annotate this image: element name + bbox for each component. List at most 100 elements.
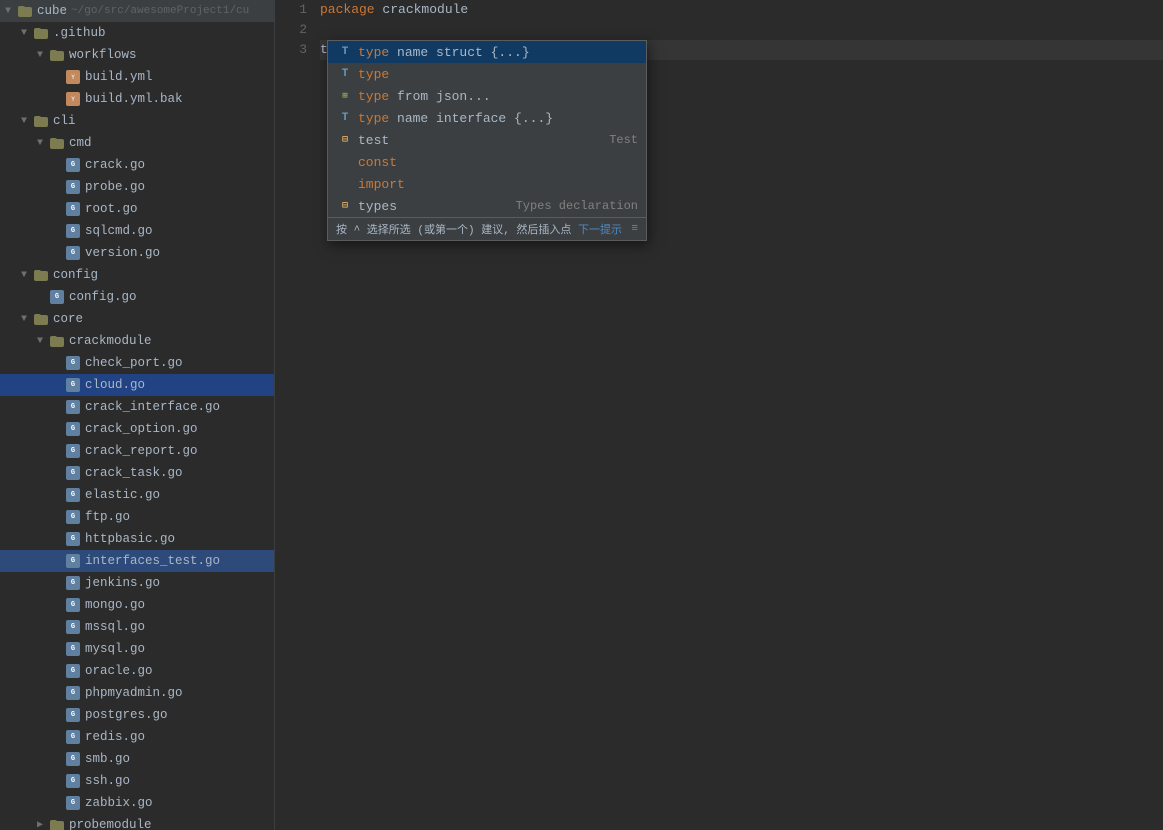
- tree-item-mssql_go[interactable]: Gmssql.go: [0, 616, 274, 638]
- go-file-icon: G: [64, 686, 82, 700]
- ac-icon: ⊞: [336, 91, 354, 101]
- tree-item-build_yml_bak[interactable]: Ybuild.yml.bak: [0, 88, 274, 110]
- tree-item-crack_option_go[interactable]: Gcrack_option.go: [0, 418, 274, 440]
- tree-item-postgres_go[interactable]: Gpostgres.go: [0, 704, 274, 726]
- tree-item-cmd[interactable]: ▼ cmd: [0, 132, 274, 154]
- autocomplete-dropdown[interactable]: Ttype name struct {...}Ttype⊞type from j…: [327, 40, 647, 241]
- tree-item-github[interactable]: ▼.github: [0, 22, 274, 44]
- tree-item-crack_interface_go[interactable]: Gcrack_interface.go: [0, 396, 274, 418]
- ac-text: type: [358, 67, 638, 82]
- tree-item-httpbasic_go[interactable]: Ghttpbasic.go: [0, 528, 274, 550]
- tree-label: cloud.go: [85, 378, 145, 392]
- tree-item-root[interactable]: ▼cube~/go/src/awesomeProject1/cu: [0, 0, 274, 22]
- tree-item-phpmyadmin_go[interactable]: Gphpmyadmin.go: [0, 682, 274, 704]
- tree-arrow: ▼: [32, 138, 48, 149]
- tree-item-zabbix_go[interactable]: Gzabbix.go: [0, 792, 274, 814]
- ac-text-part: from json...: [389, 89, 490, 104]
- tree-item-elastic_go[interactable]: Gelastic.go: [0, 484, 274, 506]
- tree-item-redis_go[interactable]: Gredis.go: [0, 726, 274, 748]
- ac-footer-hint: 按 ^ 选择所选 (或第一个) 建议, 然后插入点: [336, 221, 571, 237]
- tree-path: ~/go/src/awesomeProject1/cu: [71, 5, 249, 17]
- tree-item-crack_report_go[interactable]: Gcrack_report.go: [0, 440, 274, 462]
- tree-item-root_go[interactable]: Groot.go: [0, 198, 274, 220]
- tree-label: phpmyadmin.go: [85, 686, 183, 700]
- folder-icon: [32, 314, 50, 325]
- ac-text: type from json...: [358, 89, 638, 104]
- ac-text-part: const: [358, 155, 397, 170]
- tree-arrow: ▼: [32, 50, 48, 61]
- ac-tail: Test: [609, 133, 638, 147]
- tree-item-workflows[interactable]: ▼workflows: [0, 44, 274, 66]
- tree-label: zabbix.go: [85, 796, 153, 810]
- tree-item-core[interactable]: ▼core: [0, 308, 274, 330]
- tree-item-config[interactable]: ▼config: [0, 264, 274, 286]
- ac-menu-button[interactable]: ≡: [631, 223, 638, 235]
- ac-text-part: type: [358, 45, 389, 60]
- tree-label: cmd: [69, 136, 92, 150]
- tree-label: mysql.go: [85, 642, 145, 656]
- tree-label: mongo.go: [85, 598, 145, 612]
- ac-icon: T: [336, 46, 354, 58]
- tree-item-cloud_go[interactable]: Gcloud.go: [0, 374, 274, 396]
- ac-item-test[interactable]: ⊟testTest: [328, 129, 646, 151]
- go-file-icon: G: [64, 246, 82, 260]
- tree-label: build.yml.bak: [85, 92, 183, 106]
- go-file-icon: G: [64, 620, 82, 634]
- tree-item-probemodule[interactable]: ▶probemodule: [0, 814, 274, 830]
- file-tree[interactable]: ▼cube~/go/src/awesomeProject1/cu▼.github…: [0, 0, 275, 830]
- tree-item-ftp_go[interactable]: Gftp.go: [0, 506, 274, 528]
- ac-footer: 按 ^ 选择所选 (或第一个) 建议, 然后插入点 下一提示 ≡: [328, 217, 646, 240]
- tree-item-crack_task_go[interactable]: Gcrack_task.go: [0, 462, 274, 484]
- tree-item-cli[interactable]: ▼cli: [0, 110, 274, 132]
- go-file-icon: G: [64, 180, 82, 194]
- ac-item-import[interactable]: import: [328, 173, 646, 195]
- ac-item-type_plain[interactable]: Ttype: [328, 63, 646, 85]
- tree-item-interfaces_test_go[interactable]: Ginterfaces_test.go: [0, 550, 274, 572]
- tree-arrow: ▼: [32, 336, 48, 347]
- ac-item-type_interface[interactable]: Ttype name interface {...}: [328, 107, 646, 129]
- ac-item-type_struct[interactable]: Ttype name struct {...}: [328, 41, 646, 63]
- tree-item-crack_go[interactable]: Gcrack.go: [0, 154, 274, 176]
- tree-item-sqlcmd_go[interactable]: Gsqlcmd.go: [0, 220, 274, 242]
- tree-item-mysql_go[interactable]: Gmysql.go: [0, 638, 274, 660]
- tree-item-oracle_go[interactable]: Goracle.go: [0, 660, 274, 682]
- tree-label: .github: [53, 26, 106, 40]
- ac-item-types[interactable]: ⊟typesTypes declaration: [328, 195, 646, 217]
- line-numbers: 123: [275, 0, 315, 60]
- line-number-3: 3: [275, 40, 307, 60]
- tree-item-mongo_go[interactable]: Gmongo.go: [0, 594, 274, 616]
- ac-text-part: type: [358, 111, 389, 126]
- tree-label: jenkins.go: [85, 576, 160, 590]
- ac-footer-link[interactable]: 下一提示: [578, 221, 622, 237]
- ac-item-const[interactable]: const: [328, 151, 646, 173]
- tree-label: crack_interface.go: [85, 400, 220, 414]
- yaml-file-icon: Y: [64, 70, 82, 84]
- ac-text-part: name interface {...}: [389, 111, 553, 126]
- ac-text: import: [358, 177, 638, 192]
- tree-item-jenkins_go[interactable]: Gjenkins.go: [0, 572, 274, 594]
- tree-item-build_yml[interactable]: Ybuild.yml: [0, 66, 274, 88]
- ac-text: type name struct {...}: [358, 45, 638, 60]
- folder-icon: [48, 138, 66, 149]
- ac-item-type_json[interactable]: ⊞ type from json...: [328, 85, 646, 107]
- folder-icon: [48, 820, 66, 830]
- tree-item-crackmodule[interactable]: ▼crackmodule: [0, 330, 274, 352]
- go-file-icon: G: [64, 708, 82, 722]
- tree-label: ssh.go: [85, 774, 130, 788]
- tree-item-config_go[interactable]: Gconfig.go: [0, 286, 274, 308]
- tree-item-version_go[interactable]: Gversion.go: [0, 242, 274, 264]
- yaml-file-icon: Y: [64, 92, 82, 106]
- tree-label: version.go: [85, 246, 160, 260]
- tree-item-smb_go[interactable]: Gsmb.go: [0, 748, 274, 770]
- tree-label: build.yml: [85, 70, 153, 84]
- go-file-icon: G: [64, 356, 82, 370]
- tree-item-check_port_go[interactable]: Gcheck_port.go: [0, 352, 274, 374]
- code-line-1: package crackmodule: [320, 0, 1163, 20]
- ac-icon: ⊟: [336, 134, 354, 146]
- tree-item-probe_go[interactable]: Gprobe.go: [0, 176, 274, 198]
- go-file-icon: G: [64, 202, 82, 216]
- tree-item-ssh_go[interactable]: Gssh.go: [0, 770, 274, 792]
- ac-text-part: type: [358, 89, 389, 104]
- tree-label: httpbasic.go: [85, 532, 175, 546]
- tree-label: crack.go: [85, 158, 145, 172]
